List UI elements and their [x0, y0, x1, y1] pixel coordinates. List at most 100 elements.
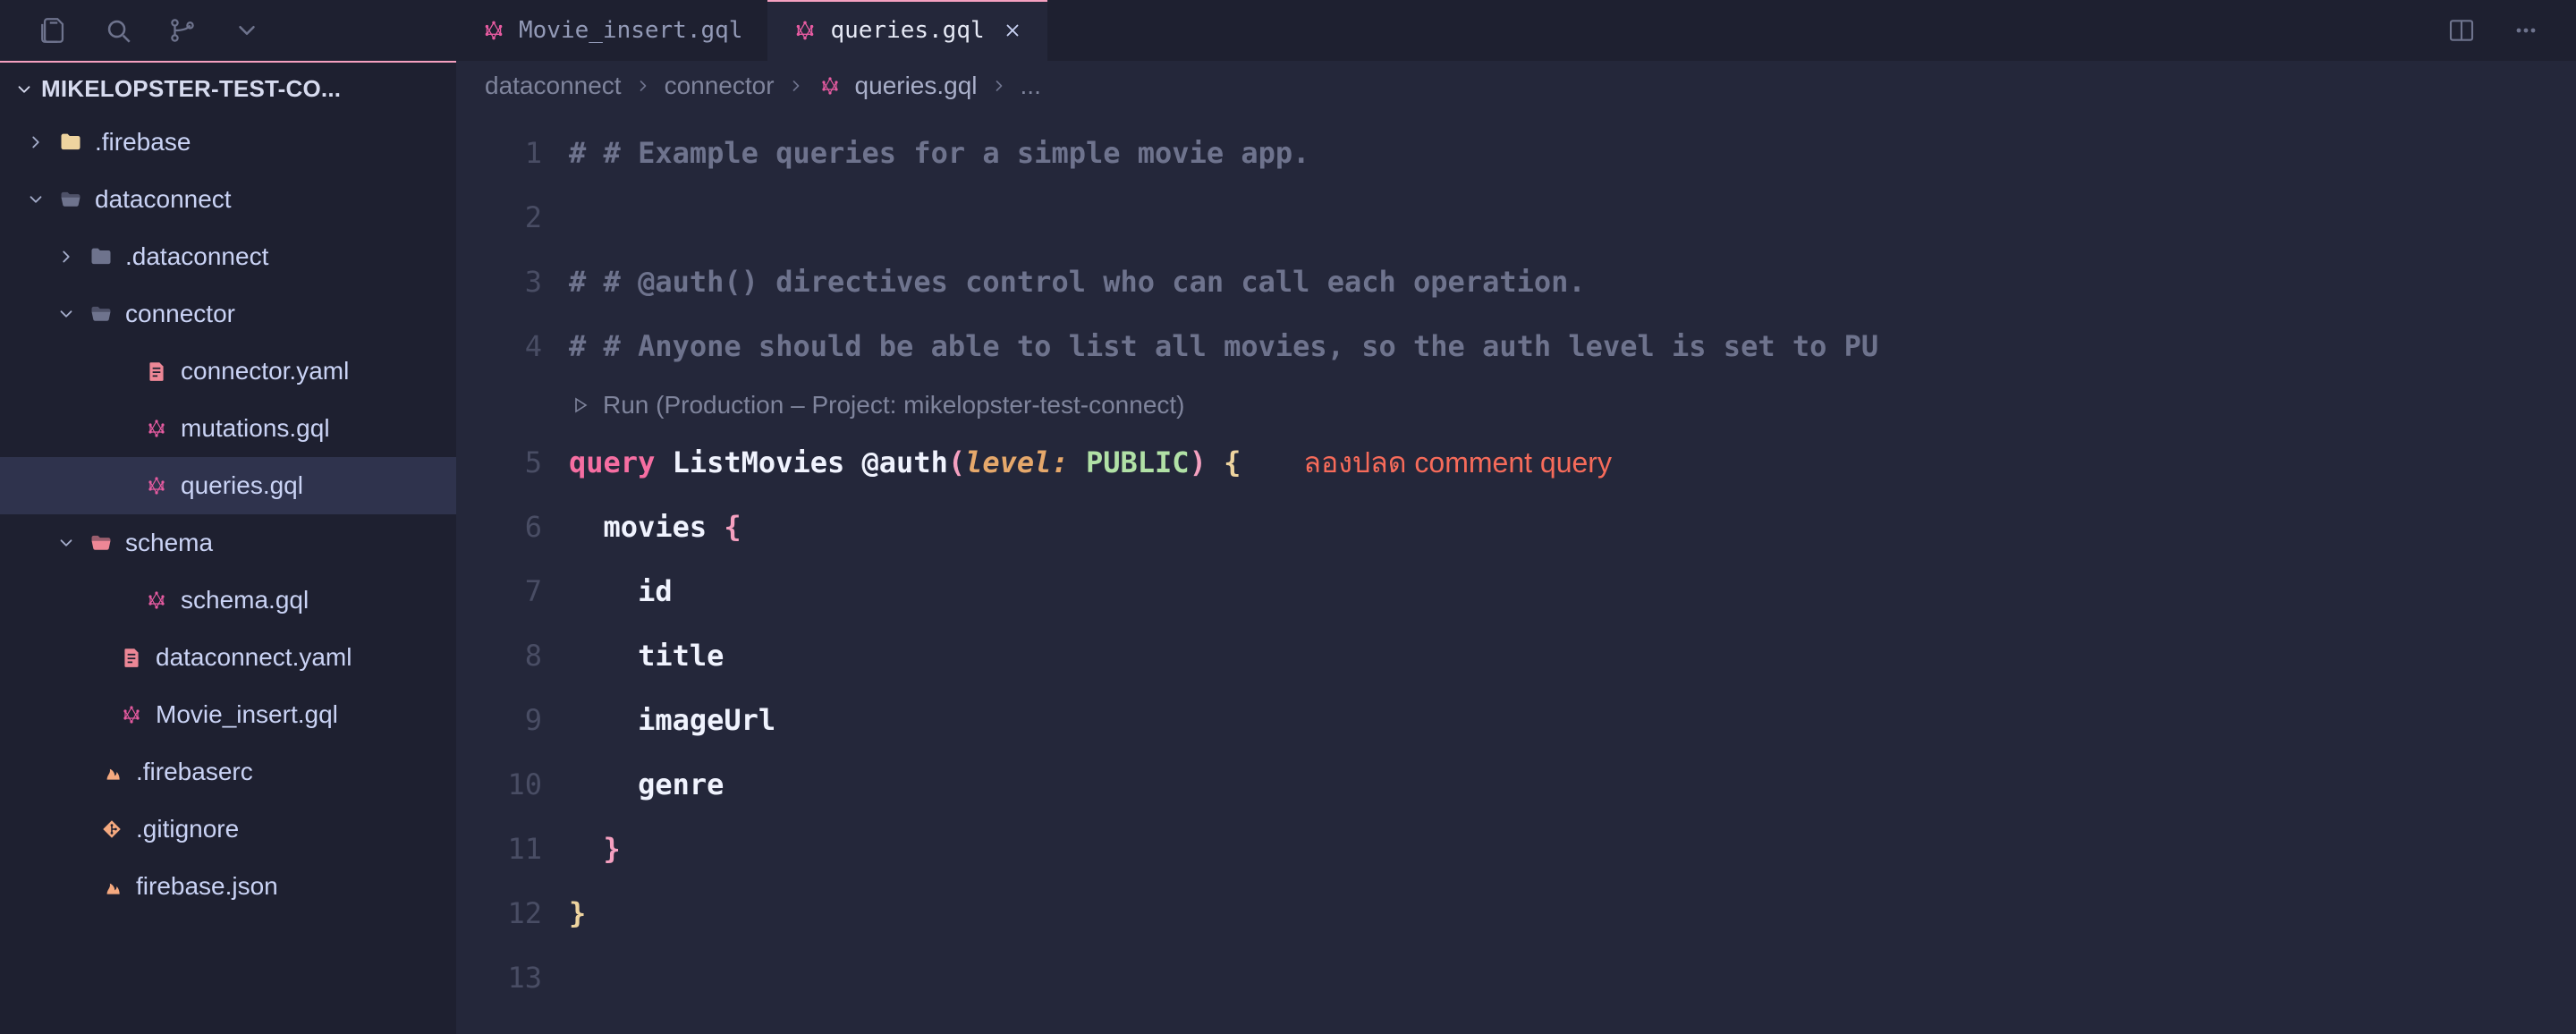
yaml-file-icon [143, 358, 170, 385]
tree-label: firebase.json [136, 872, 278, 901]
folder-icon [57, 129, 84, 156]
tree-label: .gitignore [136, 815, 239, 843]
line-number: 7 [456, 560, 542, 624]
brace: { [724, 506, 741, 548]
graphql-icon [118, 701, 145, 728]
chevron-down-icon [14, 80, 34, 99]
chevron-right-icon [990, 77, 1008, 95]
chevron-down-icon [25, 190, 47, 209]
play-icon [569, 394, 590, 416]
tree-label: schema [125, 529, 213, 557]
code-lens-run[interactable]: Run (Production – Project: mikelopster-t… [569, 379, 2576, 431]
line-number: 11 [456, 818, 542, 882]
constant: PUBLIC [1086, 442, 1190, 484]
breadcrumb-seg[interactable]: dataconnect [485, 72, 622, 100]
tree-file-gitignore[interactable]: .gitignore [0, 801, 456, 858]
field: id [638, 571, 673, 613]
tab-movie-insert[interactable]: Movie_insert.gql [456, 0, 767, 61]
code-area[interactable]: # # Example queries for a simple movie a… [569, 122, 2576, 1011]
folder-open-icon [88, 530, 114, 556]
breadcrumb-leaf[interactable]: queries.gql [855, 72, 978, 100]
chevron-down-icon [55, 304, 77, 324]
breadcrumb[interactable]: dataconnect connector queries.gql ... [456, 61, 2576, 111]
gutter: 1 2 3 4 5 6 7 8 9 10 11 12 13 [456, 122, 569, 1011]
breadcrumb-ellipsis[interactable]: ... [1021, 72, 1041, 100]
chevron-right-icon [55, 247, 77, 267]
field: imageUrl [638, 699, 775, 742]
tree-label: .dataconnect [125, 242, 268, 271]
tree-label: queries.gql [181, 471, 303, 500]
code-comment: # # @auth() directives control who can c… [569, 261, 1586, 303]
tab-label: Movie_insert.gql [519, 17, 742, 44]
tree-label: .firebase [95, 128, 191, 157]
chevron-right-icon [25, 132, 47, 152]
tree-label: dataconnect [95, 185, 232, 214]
editor[interactable]: dataconnect connector queries.gql ... 1 … [456, 61, 2576, 1034]
field: movies [604, 506, 708, 548]
firebase-icon [98, 759, 125, 785]
yaml-file-icon [118, 644, 145, 671]
code-comment: # # Example queries for a simple movie a… [569, 132, 1309, 174]
split-editor-icon[interactable] [2440, 9, 2483, 52]
source-control-icon[interactable] [161, 9, 204, 52]
tree-label: Movie_insert.gql [156, 700, 338, 729]
firebase-icon [98, 873, 125, 900]
line-number: 4 [456, 315, 542, 379]
tree-file-mutations-gql[interactable]: mutations.gql [0, 400, 456, 457]
brace: } [569, 893, 586, 935]
line-number: 1 [456, 122, 542, 186]
tree-file-movie-insert-gql[interactable]: Movie_insert.gql [0, 686, 456, 743]
more-icon[interactable] [2504, 9, 2547, 52]
line-number: 8 [456, 624, 542, 689]
tree-file-queries-gql[interactable]: queries.gql [0, 457, 456, 514]
graphql-icon [818, 73, 843, 98]
graphql-icon [481, 18, 506, 43]
tree-file-connector-yaml[interactable]: connector.yaml [0, 343, 456, 400]
argument-name: level: [965, 442, 1069, 484]
code-comment: # # Anyone should be able to list all mo… [569, 326, 1878, 368]
graphql-icon [143, 415, 170, 442]
code-lens-label: Run (Production – Project: mikelopster-t… [603, 386, 1185, 423]
breadcrumb-seg[interactable]: connector [665, 72, 775, 100]
tree-folder-firebase[interactable]: .firebase [0, 114, 456, 171]
graphql-icon [143, 472, 170, 499]
brace: { [1224, 442, 1241, 484]
paren: ( [948, 442, 965, 484]
chevron-down-icon[interactable] [225, 9, 268, 52]
tree-label: .firebaserc [136, 758, 253, 786]
line-number: 6 [456, 496, 542, 560]
tree-label: dataconnect.yaml [156, 643, 352, 672]
folder-open-icon [57, 186, 84, 213]
chevron-right-icon [634, 77, 652, 95]
line-number: 13 [456, 946, 542, 1011]
tree-folder-connector[interactable]: connector [0, 285, 456, 343]
git-icon [98, 816, 125, 843]
search-icon[interactable] [97, 9, 140, 52]
tree-label: connector.yaml [181, 357, 349, 386]
tree-folder-schema[interactable]: schema [0, 514, 456, 572]
tree-label: mutations.gql [181, 414, 330, 443]
file-explorer: MIKELOPSTER-TEST-CO... .firebase datacon… [0, 61, 456, 1034]
graphql-icon [792, 18, 818, 43]
tree-label: schema.gql [181, 586, 309, 614]
chevron-down-icon [55, 533, 77, 553]
tree-file-schema-gql[interactable]: schema.gql [0, 572, 456, 629]
tree-file-firebase-json[interactable]: firebase.json [0, 858, 456, 915]
line-number: 9 [456, 689, 542, 753]
decorator: @auth [862, 442, 948, 484]
line-number: 12 [456, 882, 542, 946]
tab-label: queries.gql [830, 17, 984, 44]
explorer-icon[interactable] [32, 9, 75, 52]
inline-annotation: ลองปลด comment query [1303, 442, 1612, 484]
line-number: 3 [456, 250, 542, 315]
project-header[interactable]: MIKELOPSTER-TEST-CO... [0, 63, 456, 114]
tree-file-dataconnect-yaml[interactable]: dataconnect.yaml [0, 629, 456, 686]
tree-file-firebaserc[interactable]: .firebaserc [0, 743, 456, 801]
line-number: 5 [456, 431, 542, 496]
project-name: MIKELOPSTER-TEST-CO... [41, 75, 341, 103]
tree-folder-dataconnect[interactable]: dataconnect [0, 171, 456, 228]
tree-folder-dot-dataconnect[interactable]: .dataconnect [0, 228, 456, 285]
tab-queries[interactable]: queries.gql [767, 0, 1046, 61]
close-icon[interactable] [1003, 21, 1022, 40]
field: genre [638, 764, 724, 806]
